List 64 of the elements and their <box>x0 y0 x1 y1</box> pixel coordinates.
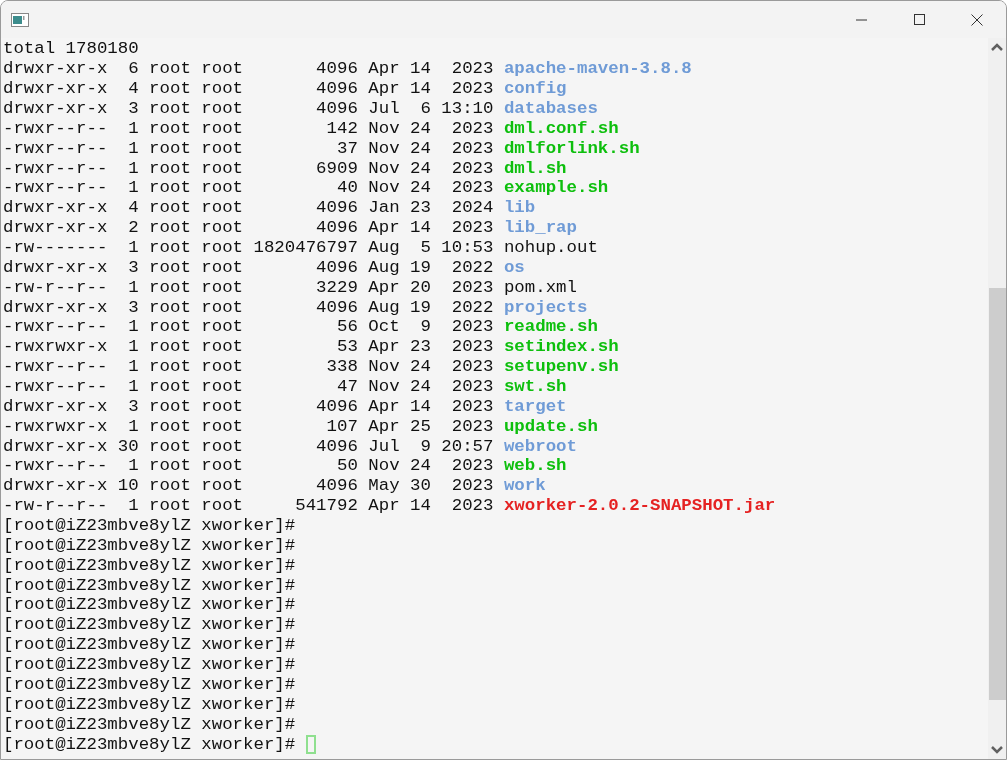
file-details: drwxr-xr-x 6 root root 4096 Apr 14 2023 <box>3 59 494 79</box>
file-details: drwxr-xr-x 3 root root 4096 Jul 6 13:10 <box>3 99 494 118</box>
file-name: nohup.out <box>503 238 598 257</box>
file-details: drwxr-xr-x 30 root root 4096 Jul 9 20:57 <box>3 436 494 456</box>
file-details: -rwxr--r-- 1 root root 40 Nov 24 2023 <box>3 178 494 198</box>
shell-prompt: [root@iZ23mbve8ylZ xworker]# <box>3 734 296 754</box>
file-details: drwxr-xr-x 3 root root 4096 Apr 14 2023 <box>3 396 494 416</box>
file-details: -rw-r--r-- 1 root root 541792 Apr 14 2023 <box>3 496 494 516</box>
file-details: drwxr-xr-x 4 root root 4096 Apr 14 2023 <box>3 79 494 99</box>
file-name: example.sh <box>503 178 609 198</box>
file-name: dmlforlink.sh <box>503 138 640 158</box>
file-name: projects <box>503 297 588 317</box>
file-name: setindex.sh <box>503 337 619 357</box>
file-details: -rwxr--r-- 1 root root 50 Nov 24 2023 <box>3 456 494 476</box>
shell-prompt: [root@iZ23mbve8ylZ xworker]# <box>3 615 296 635</box>
shell-prompt: [root@iZ23mbve8ylZ xworker]# <box>3 535 296 555</box>
file-name: os <box>503 257 525 277</box>
file-details: -rw------- 1 root root 1820476797 Aug 5 10:53 <box>3 238 494 257</box>
file-name: config <box>503 79 567 99</box>
shell-prompt: [root@iZ23mbve8ylZ xworker]# <box>3 595 296 615</box>
file-details: -rw-r--r-- 1 root root 3229 Apr 20 2023 <box>3 277 494 297</box>
file-details: drwxr-xr-x 3 root root 4096 Aug 19 2022 <box>3 257 494 277</box>
shell-prompt: [root@iZ23mbve8ylZ xworker]# <box>3 714 296 734</box>
close-icon <box>971 13 983 26</box>
file-details: drwxr-xr-x 10 root root 4096 May 30 2023 <box>3 476 494 496</box>
file-name: web.sh <box>503 456 567 476</box>
file-name: dml.conf.sh <box>503 118 619 138</box>
maximize-icon <box>913 14 925 25</box>
file-details: drwxr-xr-x 4 root root 4096 Jan 23 2024 <box>3 198 494 218</box>
file-name: lib_rap <box>503 218 577 238</box>
file-name: xworker-2.0.2-SNAPSHOT.jar <box>503 496 776 516</box>
file-details: -rwxr--r-- 1 root root 6909 Nov 24 2023 <box>3 158 494 178</box>
file-details: -rwxrwxr-x 1 root root 107 Apr 25 2023 <box>3 416 494 436</box>
file-details: drwxr-xr-x 2 root root 4096 Apr 14 2023 <box>3 218 494 238</box>
file-name: work <box>503 476 546 496</box>
file-name: apache-maven-3.8.8 <box>503 59 692 79</box>
file-name: update.sh <box>503 416 598 436</box>
file-name: swt.sh <box>503 377 567 397</box>
scrollbar-thumb[interactable] <box>989 288 1006 700</box>
shell-prompt: [root@iZ23mbve8ylZ xworker]# <box>3 555 296 575</box>
file-details: -rwxr--r-- 1 root root 37 Nov 24 2023 <box>3 138 494 158</box>
file-name: lib <box>503 198 536 218</box>
file-name: pom.xml <box>503 277 577 297</box>
shell-prompt: [root@iZ23mbve8ylZ xworker]# <box>3 635 296 655</box>
file-name: setupenv.sh <box>503 357 619 377</box>
file-name: databases <box>503 99 598 118</box>
shell-prompt: [root@iZ23mbve8ylZ xworker]# <box>3 516 296 536</box>
shell-prompt: [root@iZ23mbve8ylZ xworker]# <box>3 575 296 595</box>
shell-prompt: [root@iZ23mbve8ylZ xworker]# <box>3 694 296 714</box>
file-name: readme.sh <box>503 317 598 337</box>
file-name: dml.sh <box>503 158 567 178</box>
file-details: -rwxr--r-- 1 root root 47 Nov 24 2023 <box>3 377 494 397</box>
terminal-output-line: total 1780180 <box>3 39 139 59</box>
scrollbar[interactable] <box>988 38 1006 759</box>
shell-prompt: [root@iZ23mbve8ylZ xworker]# <box>3 655 296 675</box>
file-details: -rwxr--r-- 1 root root 56 Oct 9 2023 <box>3 317 494 337</box>
file-details: -rwxr--r-- 1 root root 142 Nov 24 2023 <box>3 118 494 138</box>
terminal-app-icon <box>11 12 29 27</box>
file-details: drwxr-xr-x 3 root root 4096 Aug 19 2022 <box>3 297 494 317</box>
shell-prompt: [root@iZ23mbve8ylZ xworker]# <box>3 674 296 694</box>
file-details: -rwxr--r-- 1 root root 338 Nov 24 2023 <box>3 357 494 377</box>
file-name: webroot <box>503 436 577 456</box>
file-name: target <box>503 396 567 416</box>
file-details: -rwxrwxr-x 1 root root 53 Apr 23 2023 <box>3 337 494 357</box>
